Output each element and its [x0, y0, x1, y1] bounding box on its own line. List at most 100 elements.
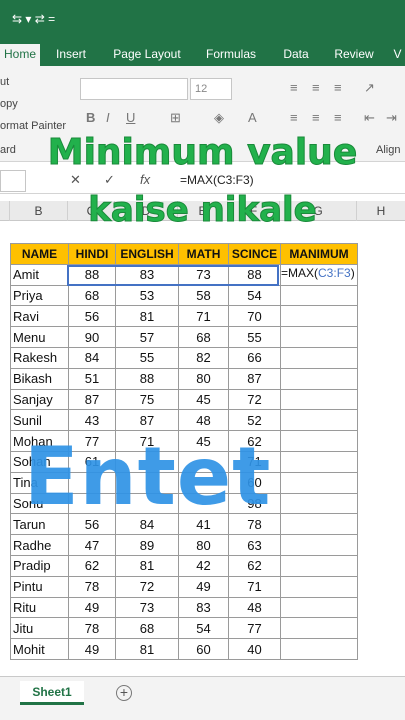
- score-cell[interactable]: 40: [228, 638, 281, 660]
- score-cell[interactable]: 81: [115, 305, 179, 328]
- student-name-cell[interactable]: Ravi: [10, 305, 69, 328]
- score-cell[interactable]: 82: [178, 346, 229, 369]
- score-cell[interactable]: 66: [228, 346, 281, 369]
- score-cell[interactable]: 51: [68, 367, 116, 390]
- minimum-cell[interactable]: [280, 346, 358, 369]
- score-cell[interactable]: 48: [178, 409, 229, 432]
- score-cell[interactable]: 43: [68, 409, 116, 432]
- align-middle-icon[interactable]: ≡: [312, 80, 320, 95]
- tab-view[interactable]: V: [390, 44, 405, 66]
- tab-review[interactable]: Review: [328, 44, 380, 66]
- score-cell[interactable]: 62: [228, 554, 281, 577]
- header-english[interactable]: ENGLISH: [115, 243, 179, 265]
- minimum-cell[interactable]: [280, 305, 358, 328]
- student-name-cell[interactable]: Radhe: [10, 534, 69, 556]
- score-cell[interactable]: 87: [115, 409, 179, 432]
- fill-color-icon[interactable]: ◈: [214, 110, 224, 126]
- score-cell[interactable]: 89: [115, 534, 179, 556]
- minimum-cell[interactable]: [280, 326, 358, 348]
- minimum-cell[interactable]: [280, 388, 358, 411]
- student-name-cell[interactable]: Priya: [10, 284, 69, 307]
- align-right-icon[interactable]: ≡: [334, 110, 342, 125]
- score-cell[interactable]: 58: [178, 284, 229, 307]
- score-cell[interactable]: 73: [115, 596, 179, 619]
- border-icon[interactable]: ⊞: [170, 110, 181, 126]
- align-center-icon[interactable]: ≡: [312, 110, 320, 125]
- score-cell[interactable]: 80: [178, 367, 229, 390]
- minimum-cell[interactable]: [280, 367, 358, 390]
- format-painter-button[interactable]: ormat Painter: [0, 120, 66, 132]
- student-name-cell[interactable]: Bikash: [10, 367, 69, 390]
- header-name[interactable]: NAME: [10, 243, 69, 265]
- score-cell[interactable]: 52: [228, 409, 281, 432]
- score-cell[interactable]: 68: [178, 326, 229, 348]
- cancel-icon[interactable]: ✕: [70, 172, 81, 188]
- score-cell[interactable]: 72: [115, 575, 179, 598]
- formula-input[interactable]: =MAX(C3:F3): [180, 173, 254, 187]
- score-cell[interactable]: 54: [178, 617, 229, 640]
- student-name-cell[interactable]: Jitu: [10, 617, 69, 640]
- bold-icon[interactable]: B: [86, 110, 95, 125]
- score-cell[interactable]: 55: [228, 326, 281, 348]
- score-cell[interactable]: 90: [68, 326, 116, 348]
- score-cell[interactable]: 55: [115, 346, 179, 369]
- minimum-cell[interactable]: [280, 617, 358, 640]
- minimum-cell[interactable]: [280, 492, 358, 515]
- quick-access-toolbar[interactable]: ⇆ ▾ ⇄ =: [12, 12, 55, 26]
- underline-icon[interactable]: U: [126, 110, 135, 125]
- score-cell[interactable]: 49: [68, 638, 116, 660]
- font-name-select[interactable]: [80, 78, 188, 100]
- indent-icon[interactable]: ⇤: [364, 110, 375, 126]
- student-name-cell[interactable]: Amit: [10, 263, 69, 286]
- minimum-cell[interactable]: [280, 284, 358, 307]
- student-name-cell[interactable]: Rakesh: [10, 346, 69, 369]
- align-top-icon[interactable]: ≡: [290, 80, 298, 95]
- score-cell[interactable]: 81: [115, 638, 179, 660]
- tab-home[interactable]: Home: [0, 44, 40, 66]
- score-cell[interactable]: 84: [68, 346, 116, 369]
- sheet-tab-sheet1[interactable]: Sheet1: [20, 681, 84, 705]
- tab-insert[interactable]: Insert: [48, 44, 94, 66]
- score-cell[interactable]: 70: [228, 305, 281, 328]
- student-name-cell[interactable]: Menu: [10, 326, 69, 348]
- score-cell[interactable]: 60: [178, 638, 229, 660]
- name-box[interactable]: [0, 170, 26, 192]
- score-cell[interactable]: 78: [68, 575, 116, 598]
- score-cell[interactable]: 88: [115, 367, 179, 390]
- score-cell[interactable]: 56: [68, 305, 116, 328]
- minimum-cell[interactable]: [280, 409, 358, 432]
- score-cell[interactable]: 45: [178, 388, 229, 411]
- score-cell[interactable]: 87: [68, 388, 116, 411]
- score-cell[interactable]: 68: [115, 617, 179, 640]
- student-name-cell[interactable]: Sanjay: [10, 388, 69, 411]
- minimum-cell[interactable]: [280, 638, 358, 660]
- score-cell[interactable]: 68: [68, 284, 116, 307]
- outdent-icon[interactable]: ⇥: [386, 110, 397, 126]
- score-cell[interactable]: 42: [178, 554, 229, 577]
- score-cell[interactable]: 54: [228, 284, 281, 307]
- student-name-cell[interactable]: Mohit: [10, 638, 69, 660]
- score-cell[interactable]: 49: [178, 575, 229, 598]
- score-cell[interactable]: 47: [68, 534, 116, 556]
- score-cell[interactable]: 75: [115, 388, 179, 411]
- header-scince[interactable]: SCINCE: [228, 243, 281, 265]
- cut-button[interactable]: ut: [0, 76, 9, 88]
- align-bottom-icon[interactable]: ≡: [334, 80, 342, 95]
- minimum-cell[interactable]: [280, 554, 358, 577]
- enter-icon[interactable]: ✓: [104, 172, 115, 188]
- score-cell[interactable]: 63: [228, 534, 281, 556]
- italic-icon[interactable]: I: [106, 110, 110, 125]
- student-name-cell[interactable]: Pintu: [10, 575, 69, 598]
- minimum-cell[interactable]: [280, 471, 358, 494]
- score-cell[interactable]: 49: [68, 596, 116, 619]
- score-cell[interactable]: 71: [228, 575, 281, 598]
- score-cell[interactable]: 72: [228, 388, 281, 411]
- orientation-icon[interactable]: ↗: [364, 80, 375, 96]
- score-cell[interactable]: 62: [68, 554, 116, 577]
- align-left-icon[interactable]: ≡: [290, 110, 298, 125]
- header-manimum[interactable]: MANIMUM: [280, 243, 358, 265]
- minimum-cell[interactable]: [280, 450, 358, 473]
- score-cell[interactable]: 81: [115, 554, 179, 577]
- header-hindi[interactable]: HINDI: [68, 243, 116, 265]
- tab-page-layout[interactable]: Page Layout: [108, 44, 186, 66]
